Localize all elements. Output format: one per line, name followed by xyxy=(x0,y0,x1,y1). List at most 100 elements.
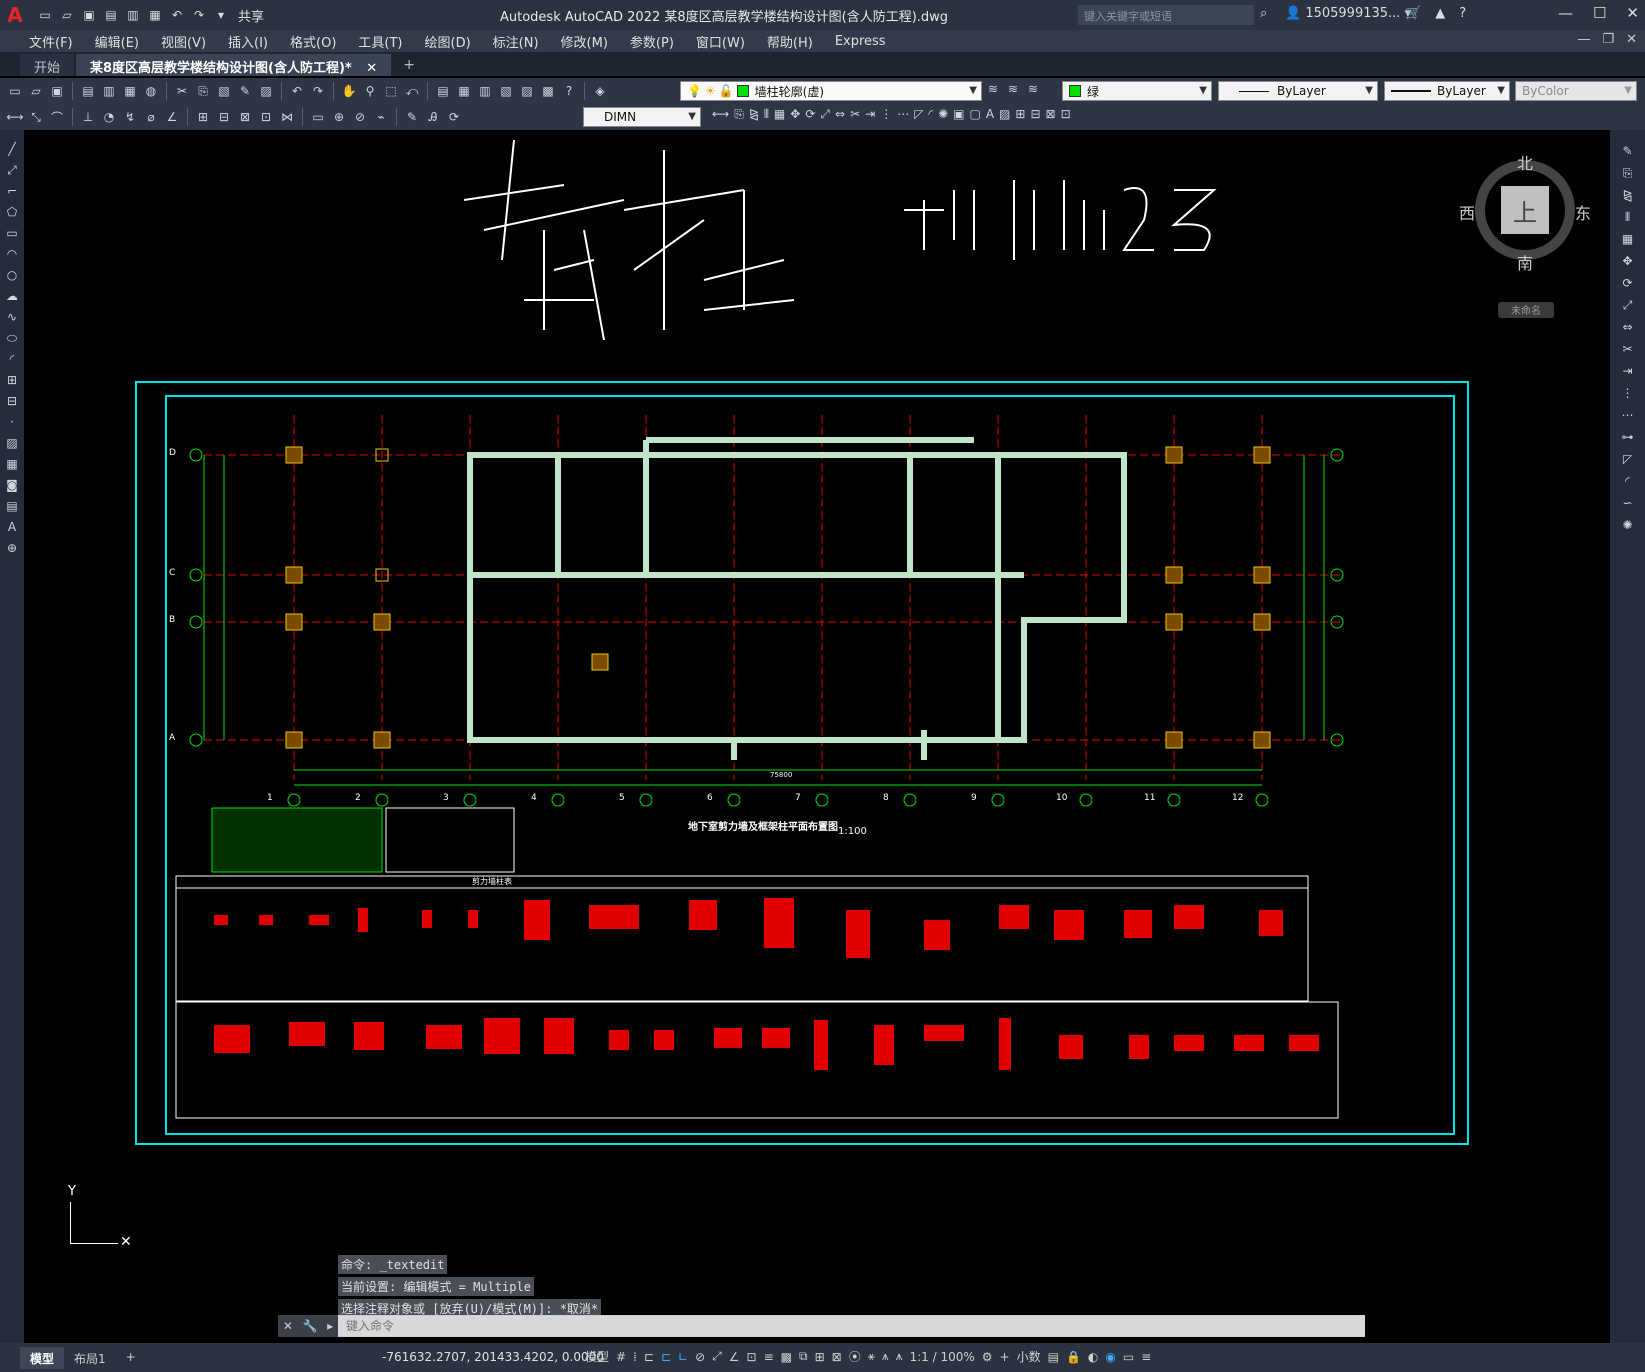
lock-ui-icon[interactable]: 🔒 xyxy=(1066,1350,1081,1364)
scale-icon[interactable]: ⤢ xyxy=(820,107,830,122)
offset-icon[interactable]: ⫴ xyxy=(1619,208,1637,226)
menu-edit[interactable]: 编辑(E) xyxy=(84,32,150,51)
tolerance-icon[interactable]: ▭ xyxy=(309,108,327,126)
design-center-icon[interactable]: ▦ xyxy=(455,82,473,100)
layer-thaw-icon[interactable]: ☀ xyxy=(705,84,716,98)
copy-object-icon[interactable]: ⎘ xyxy=(734,107,744,122)
tab-model[interactable]: 模型 xyxy=(20,1346,65,1369)
autodesk-app-icon[interactable]: ▲ xyxy=(1435,6,1445,21)
auto-scale-icon[interactable]: ⩚ xyxy=(896,1349,903,1364)
ellipse-arc-icon[interactable]: ◜ xyxy=(3,350,21,368)
break-icon[interactable]: ⋯ xyxy=(1619,406,1637,424)
publish-icon[interactable]: ▥ xyxy=(124,6,142,24)
tab-active-drawing[interactable]: 某8度区高层教学楼结构设计图(含人防工程)* ✕ xyxy=(76,54,392,76)
sheet-set-icon[interactable]: ▧ xyxy=(497,82,515,100)
menu-modify[interactable]: 修改(M) xyxy=(550,32,619,51)
autocad-logo-icon[interactable]: A xyxy=(0,0,30,30)
point-icon[interactable]: · xyxy=(3,413,21,431)
dynamic-input-icon[interactable]: ⊏ xyxy=(661,1350,671,1364)
arc-icon[interactable]: ◠ xyxy=(3,245,21,263)
cart-icon[interactable]: 🛒 xyxy=(1405,6,1421,21)
publish-icon[interactable]: ▦ xyxy=(121,82,139,100)
menu-window[interactable]: 窗口(W) xyxy=(685,32,756,51)
xref-icon[interactable]: ⊡ xyxy=(1061,107,1071,122)
open-file-icon[interactable]: ▱ xyxy=(58,6,76,24)
3d-dwf-icon[interactable]: ◍ xyxy=(142,82,160,100)
menu-format[interactable]: 格式(O) xyxy=(279,32,347,51)
user-account[interactable]: 👤 1505999135... ▾ xyxy=(1285,6,1411,21)
array-icon[interactable]: ▦ xyxy=(1619,230,1637,248)
compass-west[interactable]: 西 xyxy=(1459,200,1475,224)
command-prompt-icon[interactable]: ▸ xyxy=(327,1319,333,1333)
gizmo-icon[interactable]: ⚹ xyxy=(868,1349,875,1364)
new-tab-button[interactable]: + xyxy=(393,54,425,76)
layer-lock-icon[interactable]: 🔓 xyxy=(719,84,734,98)
workspace-icon[interactable]: ⚙ xyxy=(982,1350,993,1364)
scale-icon[interactable]: ⤢ xyxy=(1619,296,1637,314)
clean-screen-icon[interactable]: ▭ xyxy=(1123,1350,1134,1364)
mirror-icon[interactable]: ⧎ xyxy=(749,107,759,122)
make-block-icon[interactable]: ⊟ xyxy=(3,392,21,410)
new-file-icon[interactable]: ▭ xyxy=(36,6,54,24)
ellipse-icon[interactable]: ⬭ xyxy=(3,329,21,347)
help-search-input[interactable]: 键入关键字或短语 xyxy=(1078,5,1254,25)
redo-icon[interactable]: ↷ xyxy=(190,6,208,24)
extend-icon[interactable]: ⇥ xyxy=(1619,362,1637,380)
close-icon[interactable]: ✕ xyxy=(1626,4,1639,22)
trim-icon[interactable]: ✂ xyxy=(1619,340,1637,358)
hatch-back-icon[interactable]: ▨ xyxy=(999,107,1010,122)
menu-draw[interactable]: 绘图(D) xyxy=(414,32,482,51)
save-as-icon[interactable]: ▤ xyxy=(102,6,120,24)
annotation-visibility-icon[interactable]: ⩚ xyxy=(882,1349,889,1364)
selection-cycling-icon[interactable]: ⧉ xyxy=(799,1349,808,1364)
text-front-icon[interactable]: A xyxy=(986,107,994,122)
dim-edit-icon[interactable]: ✎ xyxy=(403,108,421,126)
minimize-icon[interactable]: — xyxy=(1558,4,1573,22)
wblock-icon[interactable]: ⊟ xyxy=(1030,107,1040,122)
inspection-icon[interactable]: ⊘ xyxy=(351,108,369,126)
compass-north[interactable]: 北 xyxy=(1517,150,1533,174)
explode-icon[interactable]: ✺ xyxy=(938,107,948,122)
selection-filter-icon[interactable]: ⦿ xyxy=(849,1348,861,1365)
chamfer-icon[interactable]: ◸ xyxy=(1619,450,1637,468)
help-icon[interactable]: ? xyxy=(560,82,578,100)
dim-ordinate-icon[interactable]: ⊥ xyxy=(79,108,97,126)
break-at-point-icon[interactable]: ⋮ xyxy=(1619,384,1637,402)
fillet-icon[interactable]: ◜ xyxy=(1619,472,1637,490)
dim-jogged-icon[interactable]: ↯ xyxy=(121,108,139,126)
save-icon[interactable]: ▣ xyxy=(80,6,98,24)
customize-qat-icon[interactable]: ▾ xyxy=(212,6,230,24)
object-snap-icon[interactable]: ⊡ xyxy=(747,1350,757,1364)
menu-insert[interactable]: 插入(I) xyxy=(217,32,279,51)
markup-icon[interactable]: ▨ xyxy=(518,82,536,100)
viewcube-face[interactable]: 上 xyxy=(1501,186,1549,234)
isolate-objects-icon[interactable]: ◐ xyxy=(1088,1350,1098,1364)
quick-properties-icon[interactable]: ▤ xyxy=(1048,1350,1059,1364)
drawing-canvas[interactable]: 地下室剪力墙及框架柱平面布置图 1:100 剪力墙柱表 75800 1 2 3 … xyxy=(24,130,1610,1343)
dim-radius-icon[interactable]: ◔ xyxy=(100,108,118,126)
revcloud-icon[interactable]: ☁ xyxy=(3,287,21,305)
break-icon[interactable]: ⋮ xyxy=(880,107,892,122)
qdim-icon[interactable]: ⊞ xyxy=(194,108,212,126)
infer-constraints-icon[interactable]: ⊏ xyxy=(644,1350,654,1364)
region-icon[interactable]: ◙ xyxy=(3,476,21,494)
zoom-window-icon[interactable]: ⬚ xyxy=(382,82,400,100)
block-editor-icon[interactable]: ▨ xyxy=(257,82,275,100)
menu-dimension[interactable]: 标注(N) xyxy=(482,32,550,51)
dim-diameter-icon[interactable]: ⌀ xyxy=(142,108,160,126)
extend-icon[interactable]: ⇥ xyxy=(865,107,875,122)
command-input[interactable] xyxy=(338,1316,1365,1336)
mirror-icon[interactable]: ⧎ xyxy=(1619,186,1637,204)
copy-icon[interactable]: ⎘ xyxy=(1619,164,1637,182)
dimstyle-manager-icon[interactable]: ⟷ xyxy=(712,107,729,122)
preview-icon[interactable]: ▥ xyxy=(100,82,118,100)
command-customize-icon[interactable]: 🔧 xyxy=(303,1319,318,1333)
layer-state-icon[interactable]: ≋ xyxy=(1028,82,1038,96)
explode-icon[interactable]: ✺ xyxy=(1619,516,1637,534)
offset-icon[interactable]: ⫴ xyxy=(764,107,769,122)
polar-tracking-icon[interactable]: ⊘ xyxy=(695,1350,705,1364)
gradient-icon[interactable]: ▦ xyxy=(3,455,21,473)
cut-icon[interactable]: ✂ xyxy=(173,82,191,100)
match-properties-icon[interactable]: ✎ xyxy=(236,82,254,100)
menu-help[interactable]: 帮助(H) xyxy=(756,32,824,51)
